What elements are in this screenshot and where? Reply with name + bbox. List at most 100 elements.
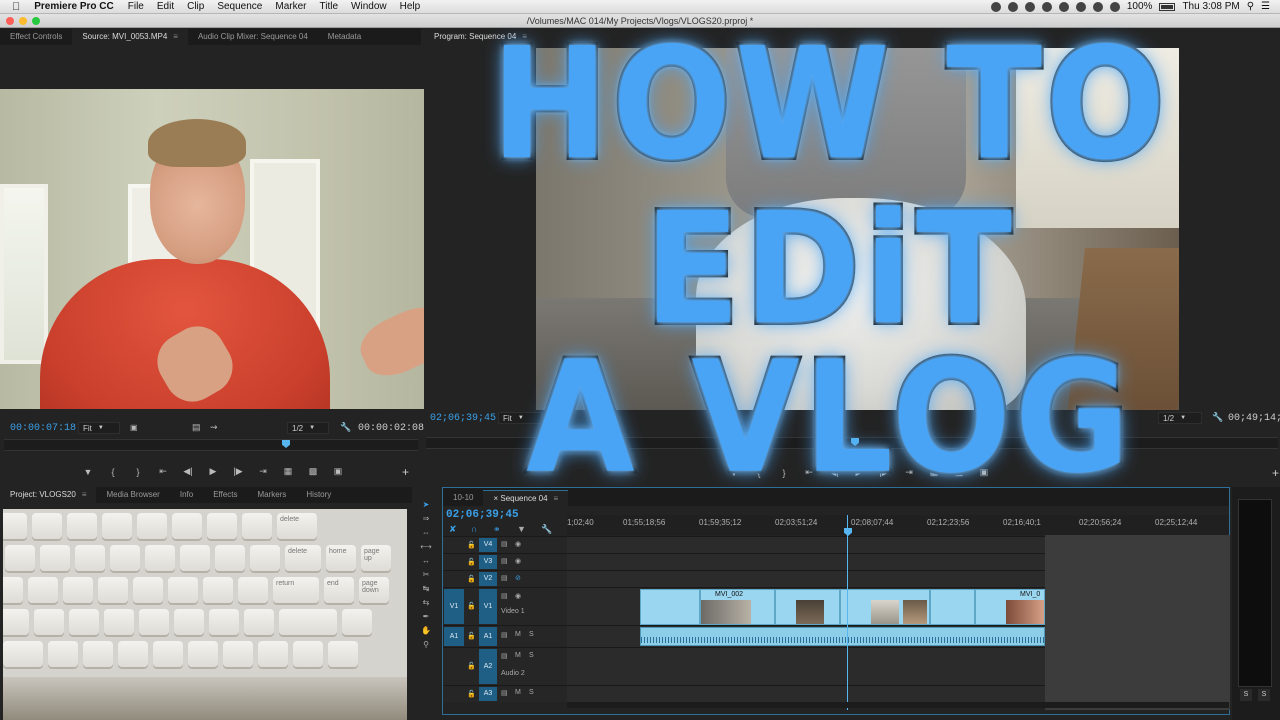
dropbox-icon[interactable]	[1007, 1, 1018, 12]
panel-menu-icon[interactable]: ≡	[173, 32, 178, 41]
source-patch-a1[interactable]: A1	[444, 627, 464, 646]
mute-button[interactable]: M	[515, 652, 521, 659]
tab-effects[interactable]: Effects	[203, 487, 247, 503]
add-marker-icon[interactable]: ▼	[728, 468, 740, 478]
video-clip[interactable]: MVI_0	[975, 589, 1045, 625]
mute-button[interactable]: M	[515, 631, 521, 638]
track-target-v4[interactable]: V4	[479, 538, 497, 552]
tab-sequence-10-10[interactable]: 10-10	[443, 490, 483, 506]
solo-right-button[interactable]: S	[1258, 689, 1270, 701]
tab-media-browser[interactable]: Media Browser	[96, 487, 169, 503]
menu-title[interactable]: Title	[320, 1, 339, 12]
zoom-window-button[interactable]	[32, 17, 40, 25]
sync-lock-icon[interactable]: ▤	[501, 631, 508, 639]
track-target-a2[interactable]: A2	[479, 649, 497, 684]
go-to-in-icon[interactable]: ⇤	[803, 467, 815, 478]
export-frame-icon[interactable]: ▣	[332, 466, 344, 477]
wrench-icon[interactable]: 🔧	[1212, 412, 1223, 423]
apple-icon[interactable]: 	[12, 1, 20, 13]
program-zoom-select[interactable]: Fit ▼	[498, 412, 542, 424]
ripple-edit-tool-icon[interactable]: ⇔	[420, 527, 432, 538]
video-clip[interactable]	[775, 589, 840, 625]
insert-icon[interactable]: ▦	[282, 466, 294, 477]
timeline-timecode[interactable]: 02;06;39;45	[446, 509, 519, 521]
export-frame-icon[interactable]: ▣	[978, 467, 990, 478]
rate-stretch-tool-icon[interactable]: ↔	[420, 555, 432, 566]
mark-in-icon[interactable]: {	[107, 467, 119, 477]
tab-source[interactable]: Source: MVI_0053.MP4 ≡	[72, 29, 188, 45]
step-back-icon[interactable]: ◀|	[182, 466, 194, 477]
source-time-ruler[interactable]	[4, 439, 418, 451]
video-clip[interactable]: MVI_002	[700, 589, 775, 625]
hand-tool-icon[interactable]: ✋	[420, 625, 432, 636]
sync-lock-icon[interactable]: ▤	[501, 540, 508, 548]
solo-button[interactable]: S	[529, 652, 534, 659]
tab-sequence-04[interactable]: × Sequence 04 ≡	[483, 490, 569, 506]
lock-icon[interactable]: 🔓	[467, 662, 476, 670]
razor-tool-icon[interactable]: ✂	[420, 569, 432, 580]
go-to-out-icon[interactable]: ⇥	[903, 467, 915, 478]
lift-icon[interactable]: ▦	[928, 467, 940, 478]
track-target-v2[interactable]: V2	[479, 572, 497, 586]
adobe-icon[interactable]	[1041, 1, 1052, 12]
track-select-tool-icon[interactable]: ⇒	[420, 513, 432, 524]
sync-icon[interactable]	[1058, 1, 1069, 12]
notification-icon[interactable]: ☰	[1261, 1, 1270, 12]
tab-info[interactable]: Info	[170, 487, 203, 503]
video-clip[interactable]	[930, 589, 975, 625]
add-button-icon[interactable]: +	[402, 465, 409, 479]
lock-icon[interactable]: 🔓	[467, 632, 476, 640]
clock[interactable]: Thu 3:08 PM	[1182, 1, 1239, 12]
audio-clip[interactable]	[640, 627, 1045, 646]
time-machine-icon[interactable]	[1075, 1, 1086, 12]
sync-lock-icon[interactable]: ▤	[501, 652, 508, 660]
tab-history[interactable]: History	[296, 487, 341, 503]
wrench-icon[interactable]: 🔧	[541, 524, 552, 535]
record-icon[interactable]	[990, 1, 1001, 12]
overwrite-icon[interactable]: ▩	[307, 466, 319, 477]
extract-icon[interactable]: ▩	[953, 467, 965, 478]
add-marker-icon[interactable]: ▼	[517, 524, 526, 534]
mute-button[interactable]: M	[515, 689, 521, 696]
wifi-icon[interactable]	[1092, 1, 1103, 12]
sync-lock-icon[interactable]: ▤	[501, 574, 508, 582]
drag-video-icon[interactable]: ▤	[192, 422, 201, 433]
lock-icon[interactable]: 🔓	[467, 541, 476, 549]
tab-program[interactable]: Program: Sequence 04 ≡	[424, 29, 537, 45]
menu-marker[interactable]: Marker	[275, 1, 306, 12]
slip-tool-icon[interactable]: ↹	[420, 583, 432, 594]
tab-effect-controls[interactable]: Effect Controls	[0, 29, 72, 45]
cloud-icon[interactable]	[1024, 1, 1035, 12]
play-icon[interactable]: ▶	[207, 466, 219, 477]
step-forward-icon[interactable]: |▶	[878, 467, 890, 478]
video-clip[interactable]	[640, 589, 700, 625]
source-patch-v1[interactable]: V1	[444, 589, 464, 624]
solo-left-button[interactable]: S	[1240, 689, 1252, 701]
solo-button[interactable]: S	[529, 631, 534, 638]
step-forward-icon[interactable]: |▶	[232, 466, 244, 477]
step-back-icon[interactable]: ◀|	[828, 467, 840, 478]
add-button-icon[interactable]: +	[1272, 466, 1279, 480]
app-menu[interactable]: Premiere Pro CC	[34, 1, 113, 12]
go-to-out-icon[interactable]: ⇥	[257, 466, 269, 477]
rolling-edit-tool-icon[interactable]: ⟷	[420, 541, 432, 552]
linked-selection-icon[interactable]: ⚭	[493, 524, 501, 535]
wrench-icon[interactable]: 🔧	[340, 422, 351, 433]
mark-in-icon[interactable]: {	[753, 468, 765, 478]
menu-help[interactable]: Help	[400, 1, 421, 12]
program-resolution-select[interactable]: 1/2 ▼	[1158, 412, 1202, 424]
zoom-tool-icon[interactable]: ⚲	[420, 639, 432, 650]
mark-out-icon[interactable]: }	[132, 467, 144, 477]
play-icon[interactable]: ▶	[853, 467, 865, 478]
minimize-window-button[interactable]	[19, 17, 27, 25]
pen-tool-icon[interactable]: ✒	[420, 611, 432, 622]
settings-icon[interactable]: ▣	[130, 423, 138, 432]
menu-sequence[interactable]: Sequence	[217, 1, 262, 12]
snap-icon[interactable]: ∩	[471, 524, 477, 534]
lock-icon[interactable]: 🔓	[467, 575, 476, 583]
selection-tool-icon[interactable]: ➤	[420, 499, 432, 510]
tab-audio-clip-mixer[interactable]: Audio Clip Mixer: Sequence 04	[188, 29, 318, 45]
panel-menu-icon[interactable]: ≡	[82, 490, 87, 499]
nest-icon[interactable]: ✘	[449, 524, 457, 535]
go-to-in-icon[interactable]: ⇤	[157, 466, 169, 477]
